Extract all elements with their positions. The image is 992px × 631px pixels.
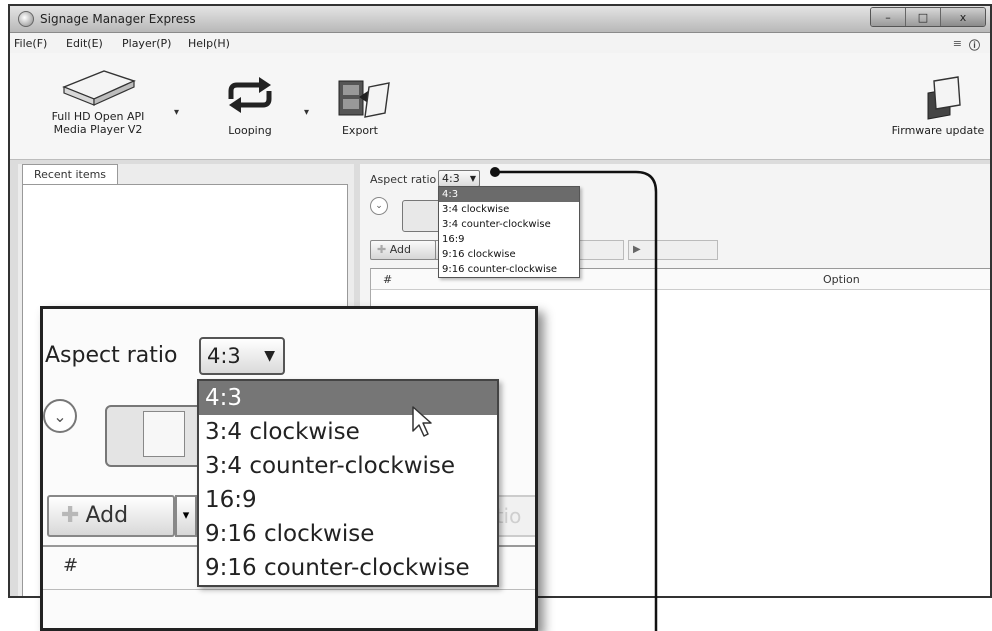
toggle-knob	[143, 411, 185, 457]
menu-icon[interactable]: ≡	[953, 37, 962, 50]
export-button[interactable]: Export	[320, 79, 400, 137]
zoom-aspect-ratio-select[interactable]: 4:3 ▼	[199, 337, 285, 375]
aspect-ratio-dropdown-list: 4:3 3:4 clockwise 3:4 counter-clockwise 16:…	[438, 186, 580, 278]
menu-help[interactable]: Help(H)	[188, 37, 230, 50]
add-button[interactable]: ✚ Add	[370, 240, 436, 260]
add-icon: ✚	[61, 503, 80, 528]
title-bar[interactable]: Signage Manager Express – □ x	[10, 6, 990, 33]
close-button[interactable]: x	[940, 8, 985, 26]
aspect-ratio-select[interactable]: 4:3 ▼	[438, 170, 480, 187]
menu-player[interactable]: Player(P)	[122, 37, 171, 50]
firmware-update-icon	[927, 76, 961, 120]
zoom-add-dropdown-caret[interactable]: ▾	[175, 495, 197, 537]
player-label-line1: Full HD Open API	[51, 110, 145, 123]
zoom-aspect-ratio-option[interactable]: 4:3	[199, 381, 497, 415]
looping-button[interactable]: Looping	[210, 73, 290, 137]
player-button[interactable]: Full HD Open API Media Player V2	[38, 57, 158, 136]
zoom-aspect-ratio-option[interactable]: 3:4 clockwise	[199, 415, 497, 449]
chevron-down-icon: ▼	[469, 174, 476, 183]
firmware-label: Firmware update	[891, 124, 985, 137]
mouse-cursor-icon	[412, 406, 432, 437]
aspect-ratio-option[interactable]: 9:16 clockwise	[439, 247, 579, 262]
window-title: Signage Manager Express	[40, 12, 196, 26]
add-label: Add	[389, 243, 412, 256]
zoom-add-button[interactable]: ✚ Add	[47, 495, 175, 537]
app-icon	[18, 11, 34, 27]
looping-dropdown-caret[interactable]: ▾	[304, 107, 309, 118]
play-icon: ▶	[633, 244, 641, 255]
zoom-aspect-ratio-label: Aspect ratio	[45, 343, 178, 368]
firmware-update-button[interactable]: Firmware update	[886, 75, 990, 137]
zoom-table-header-border	[43, 589, 535, 590]
aspect-ratio-option[interactable]: 16:9	[439, 232, 579, 247]
zoom-add-label: Add	[85, 503, 129, 528]
column-option: Option	[823, 273, 860, 286]
info-icon[interactable]: ⓘ	[969, 37, 980, 53]
zoom-column-number: #	[63, 555, 79, 576]
aspect-ratio-option[interactable]: 4:3	[439, 187, 579, 202]
aspect-ratio-label: Aspect ratio	[370, 173, 437, 186]
aspect-ratio-option[interactable]: 3:4 clockwise	[439, 202, 579, 217]
zoom-preview-toggle[interactable]	[105, 405, 209, 467]
collapse-chevron-icon[interactable]: ⌄	[370, 197, 388, 215]
zoom-aspect-ratio-option[interactable]: 16:9	[199, 483, 497, 517]
chevron-down-icon: ▼	[264, 348, 275, 364]
magnified-callout: Aspect ratio 4:3 ▼ ⌄ ✚ Add ▾ ptio # 4:3 3:…	[40, 306, 538, 631]
zoom-aspect-ratio-option[interactable]: 3:4 counter-clockwise	[199, 449, 497, 483]
zoom-aspect-ratio-option[interactable]: 9:16 clockwise	[199, 517, 497, 551]
menu-edit[interactable]: Edit(E)	[66, 37, 103, 50]
toolbar: Full HD Open API Media Player V2 ▾ Loopi…	[10, 53, 990, 160]
media-player-icon	[62, 70, 136, 106]
export-label: Export	[341, 124, 378, 137]
aspect-ratio-value: 4:3	[442, 172, 460, 185]
menu-bar: File(F) Edit(E) Player(P) Help(H) ≡ ⓘ	[10, 33, 990, 53]
window-controls: – □ x	[870, 7, 986, 27]
preview-button-disabled[interactable]: ▶	[628, 240, 718, 260]
player-dropdown-caret[interactable]: ▾	[174, 107, 179, 118]
zoom-aspect-ratio-dropdown-list: 4:3 3:4 clockwise 3:4 counter-clockwise 16:…	[197, 379, 499, 587]
looping-icon	[228, 77, 272, 113]
player-label-line2: Media Player V2	[53, 123, 143, 136]
aspect-ratio-option[interactable]: 9:16 counter-clockwise	[439, 262, 579, 277]
column-number: #	[383, 273, 393, 286]
looping-label: Looping	[228, 124, 272, 137]
maximize-button[interactable]: □	[905, 8, 940, 26]
menu-file[interactable]: File(F)	[14, 37, 47, 50]
minimize-button[interactable]: –	[871, 8, 905, 26]
tab-recent-items[interactable]: Recent items	[22, 164, 118, 184]
zoom-aspect-ratio-option[interactable]: 9:16 counter-clockwise	[199, 551, 497, 585]
zoom-aspect-ratio-value: 4:3	[207, 344, 241, 368]
zoom-collapse-chevron-icon[interactable]: ⌄	[43, 399, 77, 433]
add-icon: ✚	[377, 243, 387, 256]
export-icon	[338, 80, 390, 118]
preview-toggle[interactable]	[402, 200, 442, 232]
aspect-ratio-option[interactable]: 3:4 counter-clockwise	[439, 217, 579, 232]
